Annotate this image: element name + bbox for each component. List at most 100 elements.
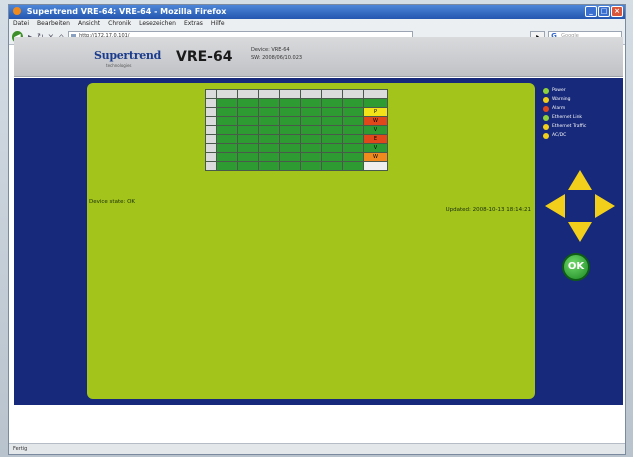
menu-item-ansicht[interactable]: Ansicht xyxy=(78,19,100,29)
matrix-cell[interactable] xyxy=(342,107,364,117)
close-button[interactable]: × xyxy=(611,6,623,17)
legend-item: Ethernet Link xyxy=(543,113,586,122)
matrix-cell[interactable] xyxy=(342,98,364,108)
matrix-cell[interactable] xyxy=(216,116,238,126)
maximize-button[interactable]: □ xyxy=(598,6,610,17)
arrow-up-icon[interactable] xyxy=(568,170,592,190)
matrix-cell[interactable] xyxy=(258,107,280,117)
grid-header-row xyxy=(205,89,388,99)
matrix-cell[interactable] xyxy=(300,116,322,126)
matrix-cell[interactable] xyxy=(279,125,301,135)
legend-item: AC/DC xyxy=(543,131,586,140)
col-header[interactable] xyxy=(300,89,322,99)
menu-item-hilfe[interactable]: Hilfe xyxy=(211,19,225,29)
row-header[interactable] xyxy=(205,134,217,144)
status-dot-icon xyxy=(543,96,549,103)
device-name: Device: VRE-64 xyxy=(251,47,290,53)
matrix-cell[interactable] xyxy=(216,161,238,171)
matrix-cell[interactable] xyxy=(258,116,280,126)
matrix-cell[interactable] xyxy=(342,134,364,144)
matrix-cell[interactable] xyxy=(279,161,301,171)
menu-item-lesezeichen[interactable]: Lesezeichen xyxy=(139,19,176,29)
matrix-cell[interactable] xyxy=(237,98,259,108)
matrix-cell[interactable] xyxy=(321,161,343,171)
arrow-left-icon[interactable] xyxy=(545,194,565,218)
row-header[interactable] xyxy=(205,98,217,108)
col-header[interactable] xyxy=(321,89,343,99)
row-header[interactable] xyxy=(205,152,217,162)
matrix-cell[interactable] xyxy=(279,134,301,144)
menu-item-extras[interactable]: Extras xyxy=(184,19,203,29)
matrix-cell[interactable] xyxy=(237,125,259,135)
menu-item-chronik[interactable]: Chronik xyxy=(108,19,131,29)
matrix-cell[interactable] xyxy=(279,152,301,162)
matrix-cell[interactable] xyxy=(279,107,301,117)
matrix-cell[interactable] xyxy=(342,125,364,135)
matrix-cell[interactable] xyxy=(300,98,322,108)
matrix-cell[interactable] xyxy=(216,125,238,135)
matrix-cell[interactable] xyxy=(300,107,322,117)
minimize-button[interactable]: _ xyxy=(585,6,597,17)
matrix-cell[interactable] xyxy=(237,134,259,144)
col-header[interactable] xyxy=(363,89,388,99)
matrix-cell[interactable] xyxy=(237,107,259,117)
matrix-cell[interactable] xyxy=(258,152,280,162)
matrix-cell[interactable] xyxy=(321,125,343,135)
row-header[interactable] xyxy=(205,116,217,126)
matrix-cell[interactable] xyxy=(216,143,238,153)
matrix-cell[interactable] xyxy=(321,116,343,126)
matrix-cell[interactable] xyxy=(279,98,301,108)
matrix-cell[interactable] xyxy=(321,143,343,153)
matrix-cell[interactable] xyxy=(342,161,364,171)
matrix-cell[interactable] xyxy=(237,152,259,162)
matrix-cell[interactable] xyxy=(237,161,259,171)
device-info: Device: VRE-64 SW: 2008/06/10.023 xyxy=(251,46,302,62)
matrix-cell[interactable] xyxy=(237,116,259,126)
col-header[interactable] xyxy=(279,89,301,99)
matrix-cell[interactable] xyxy=(342,152,364,162)
row-header[interactable] xyxy=(205,161,217,171)
matrix-cell[interactable] xyxy=(216,152,238,162)
matrix-cell[interactable] xyxy=(321,134,343,144)
matrix-cell[interactable] xyxy=(258,98,280,108)
matrix-cell[interactable] xyxy=(300,152,322,162)
ok-button[interactable]: OK xyxy=(562,253,590,281)
matrix-cell[interactable] xyxy=(258,143,280,153)
menu-item-bearbeiten[interactable]: Bearbeiten xyxy=(37,19,70,29)
matrix-cell[interactable] xyxy=(342,143,364,153)
matrix-cell[interactable] xyxy=(216,98,238,108)
col-header[interactable] xyxy=(216,89,238,99)
matrix-cell[interactable] xyxy=(321,152,343,162)
device-state: Device state: OK xyxy=(89,199,136,205)
matrix-cell[interactable] xyxy=(258,161,280,171)
matrix-cell[interactable] xyxy=(342,116,364,126)
matrix-cell[interactable] xyxy=(216,107,238,117)
matrix-cell[interactable] xyxy=(300,143,322,153)
matrix-cell[interactable] xyxy=(300,125,322,135)
matrix-cell[interactable] xyxy=(258,134,280,144)
matrix-cell[interactable] xyxy=(279,116,301,126)
row-header[interactable] xyxy=(205,143,217,153)
matrix-cell[interactable] xyxy=(216,134,238,144)
status-cell: E xyxy=(363,134,388,144)
row-header[interactable] xyxy=(205,125,217,135)
row-header[interactable] xyxy=(205,107,217,117)
direction-pad xyxy=(545,170,615,242)
matrix-cell[interactable] xyxy=(300,161,322,171)
col-header[interactable] xyxy=(342,89,364,99)
matrix-cell[interactable] xyxy=(321,107,343,117)
col-header[interactable] xyxy=(258,89,280,99)
matrix-cell[interactable] xyxy=(300,134,322,144)
matrix-cell[interactable] xyxy=(237,143,259,153)
legend-item: Power xyxy=(543,86,586,95)
col-header[interactable] xyxy=(237,89,259,99)
arrow-down-icon[interactable] xyxy=(568,222,592,242)
firefox-icon xyxy=(13,7,21,15)
brand-tagline: technologies xyxy=(106,63,132,68)
menu-item-datei[interactable]: Datei xyxy=(13,19,29,29)
matrix-cell[interactable] xyxy=(258,125,280,135)
matrix-cell[interactable] xyxy=(279,143,301,153)
grid-row: V xyxy=(205,125,388,135)
arrow-right-icon[interactable] xyxy=(595,194,615,218)
matrix-cell[interactable] xyxy=(321,98,343,108)
